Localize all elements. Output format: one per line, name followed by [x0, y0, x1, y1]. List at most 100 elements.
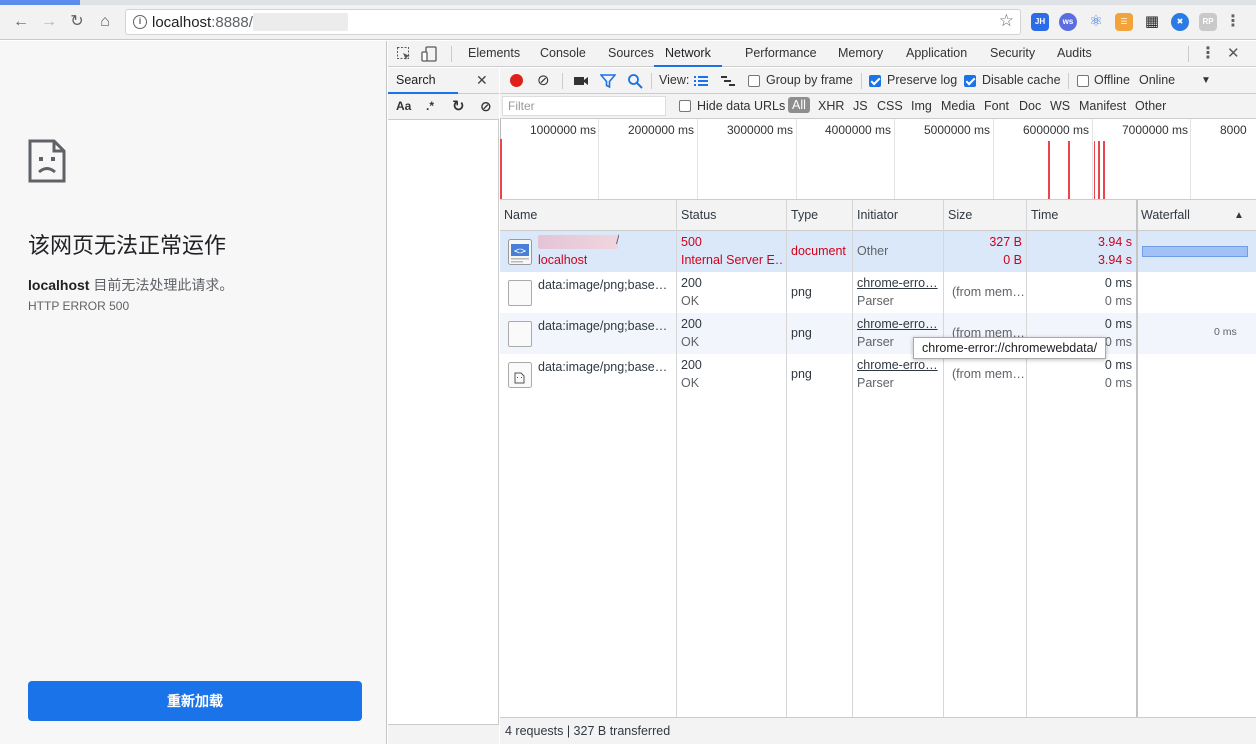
preserve-log-checkbox[interactable] — [869, 75, 881, 87]
request-initiator-link[interactable]: chrome-erro… — [857, 276, 941, 290]
request-initiator-link[interactable]: chrome-erro… — [857, 358, 941, 372]
clear-search-icon[interactable]: ⊘ — [480, 98, 492, 115]
column-divider[interactable] — [943, 200, 944, 722]
sort-ascending-icon[interactable]: ▲ — [1230, 200, 1244, 231]
tab-audits[interactable]: Audits — [1057, 41, 1092, 67]
record-button[interactable] — [510, 74, 523, 87]
throttling-select[interactable]: Online — [1139, 73, 1175, 87]
filter-type-img[interactable]: Img — [911, 99, 932, 113]
bookmark-star-icon[interactable]: ☆ — [999, 11, 1014, 31]
overview-label: 8000 — [1220, 123, 1247, 137]
large-rows-icon[interactable] — [693, 73, 709, 89]
tab-network[interactable]: Network — [654, 41, 722, 67]
filter-type-other[interactable]: Other — [1135, 99, 1166, 113]
extension-qr-icon[interactable]: ▦ — [1143, 13, 1161, 31]
forward-arrow-icon[interactable]: → — [38, 11, 60, 33]
tab-performance[interactable]: Performance — [745, 41, 817, 67]
filter-type-ws[interactable]: WS — [1050, 99, 1070, 113]
document-file-icon: <> — [508, 239, 532, 265]
request-initiator-link[interactable]: chrome-erro… — [857, 317, 941, 331]
network-overview[interactable]: 1000000 ms 2000000 ms 3000000 ms 4000000… — [500, 119, 1256, 200]
tab-security[interactable]: Security — [990, 41, 1035, 67]
overview-gridline — [894, 119, 895, 199]
column-divider[interactable] — [1026, 200, 1027, 722]
devtools-close-icon[interactable]: ✕ — [1227, 41, 1240, 67]
column-status[interactable]: Status — [677, 200, 716, 231]
overview-waterfall-icon[interactable] — [720, 73, 736, 89]
filter-type-doc[interactable]: Doc — [1019, 99, 1041, 113]
image-file-icon — [508, 321, 532, 347]
hide-data-urls-checkbox[interactable] — [679, 100, 691, 112]
filter-type-css[interactable]: CSS — [877, 99, 903, 113]
filter-type-manifest[interactable]: Manifest — [1079, 99, 1126, 113]
tab-application[interactable]: Application — [906, 41, 967, 67]
inspect-element-icon[interactable] — [396, 46, 412, 62]
column-size[interactable]: Size — [944, 200, 972, 231]
tab-console[interactable]: Console — [540, 41, 586, 67]
clear-icon[interactable]: ⊘ — [537, 73, 553, 89]
regex-toggle[interactable]: .* — [426, 99, 434, 113]
close-search-icon[interactable]: ✕ — [476, 72, 488, 89]
address-bar[interactable]: i localhost:8888/ ☆ — [125, 9, 1021, 35]
browser-menu-icon[interactable]: ⋮ — [1225, 13, 1241, 33]
overview-label: 5000000 ms — [924, 123, 991, 137]
toolbar-divider — [451, 46, 452, 62]
search-tab[interactable]: Search — [388, 68, 458, 94]
request-initiator-type: Parser — [857, 376, 894, 390]
reload-icon[interactable]: ↻ — [66, 11, 88, 33]
request-latency: 0 ms — [1104, 294, 1132, 308]
filter-funnel-icon[interactable] — [600, 73, 616, 89]
column-divider[interactable] — [786, 200, 787, 722]
filter-input[interactable]: Filter — [502, 96, 666, 116]
extension-ws-icon[interactable]: ws — [1059, 13, 1077, 31]
devtools-menu-icon[interactable]: ⋮ — [1200, 41, 1216, 67]
waterfall-bar — [1142, 246, 1248, 257]
screenshot-camera-icon[interactable] — [573, 73, 589, 89]
overview-gridline — [1190, 119, 1191, 199]
offline-checkbox[interactable] — [1077, 75, 1089, 87]
disable-cache-checkbox[interactable] — [964, 75, 976, 87]
extension-react-icon[interactable]: ⚛ — [1087, 13, 1105, 31]
table-row[interactable]: data:image/png;base… 200 OK png chrome-e… — [500, 313, 1256, 354]
info-icon[interactable]: i — [133, 15, 147, 29]
column-type[interactable]: Type — [787, 200, 818, 231]
tab-memory[interactable]: Memory — [838, 41, 883, 67]
column-name[interactable]: Name — [500, 200, 537, 231]
column-initiator[interactable]: Initiator — [853, 200, 898, 231]
column-divider[interactable] — [1136, 200, 1138, 722]
filter-type-xhr[interactable]: XHR — [818, 99, 844, 113]
match-case-toggle[interactable]: Aa — [396, 99, 411, 113]
extension-jh-icon[interactable]: JH — [1031, 13, 1049, 31]
refresh-search-icon[interactable]: ↻ — [452, 97, 465, 115]
column-divider[interactable] — [676, 200, 677, 722]
table-row[interactable]: data:image/png;base… 200 OK png chrome-e… — [500, 272, 1256, 313]
request-table: Name Status Type Initiator Size Time Wat… — [500, 200, 1256, 722]
extension-x-icon[interactable]: ✖ — [1171, 13, 1189, 31]
table-row[interactable]: <> / localhost 500 Internal Server E… do… — [500, 231, 1256, 272]
column-divider[interactable] — [852, 200, 853, 722]
request-latency: 0 ms — [1104, 376, 1132, 390]
filter-type-media[interactable]: Media — [941, 99, 975, 113]
browser-toolbar: ← → ↻ ⌂ i localhost:8888/ ☆ JH ws ⚛ ☰ ▦ … — [0, 5, 1256, 40]
filter-type-js[interactable]: JS — [853, 99, 868, 113]
view-label: View: — [659, 73, 690, 87]
overview-gridline — [796, 119, 797, 199]
column-waterfall[interactable]: Waterfall — [1137, 200, 1190, 231]
tab-elements[interactable]: Elements — [468, 41, 520, 67]
tab-sources[interactable]: Sources — [608, 41, 654, 67]
search-icon[interactable] — [627, 73, 643, 89]
reload-button[interactable]: 重新加载 — [28, 681, 362, 721]
extension-stack-icon[interactable]: ☰ — [1115, 13, 1133, 31]
back-arrow-icon[interactable]: ← — [10, 11, 32, 33]
group-by-frame-checkbox[interactable] — [748, 75, 760, 87]
overview-request-mark — [1094, 141, 1095, 199]
device-toolbar-icon[interactable] — [421, 46, 437, 62]
filter-type-font[interactable]: Font — [984, 99, 1009, 113]
extension-rp-icon[interactable]: RP — [1199, 13, 1217, 31]
search-pane-footer — [388, 724, 499, 744]
column-time[interactable]: Time — [1027, 200, 1058, 231]
chevron-down-icon[interactable]: ▼ — [1201, 75, 1211, 86]
table-row[interactable]: data:image/png;base… 200 OK png chrome-e… — [500, 354, 1256, 395]
home-icon[interactable]: ⌂ — [94, 11, 116, 33]
filter-type-all[interactable]: All — [788, 97, 810, 113]
